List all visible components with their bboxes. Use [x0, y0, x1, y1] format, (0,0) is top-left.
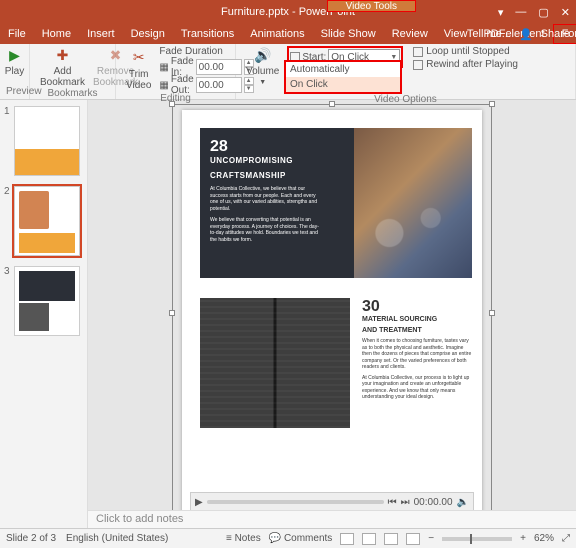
slide-area: 28 UNCOMPROMISING CRAFTSMANSHIP At Colum…	[88, 100, 576, 528]
view-normal[interactable]	[340, 533, 354, 545]
para-30a: When it comes to choosing furniture, tas…	[362, 338, 472, 371]
video-next-icon[interactable]: ⏭	[401, 497, 410, 508]
status-comments-button[interactable]: 💬 Comments	[269, 533, 333, 544]
zoom-value[interactable]: 62%	[534, 533, 554, 544]
volume-icon: 🔊	[254, 46, 272, 64]
chevron-down-icon: ▼	[259, 79, 266, 86]
status-notes-button[interactable]: ≡ Notes	[226, 533, 261, 544]
image-leather	[200, 298, 350, 428]
remove-bookmark-button[interactable]: ✖ Remove Bookmark	[89, 46, 142, 88]
group-preview-label: Preview	[6, 86, 23, 97]
tab-animations[interactable]: Animations	[242, 24, 312, 44]
bookmark-add-icon: ✚	[54, 46, 72, 64]
para-30b: At Columbia Collective, our process is t…	[362, 375, 472, 401]
fade-out-icon: ▦	[159, 80, 168, 91]
close-icon[interactable]: ✕	[561, 6, 570, 19]
tell-me[interactable]: Tell me...	[467, 28, 511, 40]
slide-thumbnails: 1 2 3	[0, 100, 88, 528]
view-sorter[interactable]	[362, 533, 376, 545]
rewind-check[interactable]: Rewind after Playing	[413, 59, 518, 70]
tab-transitions[interactable]: Transitions	[173, 24, 242, 44]
para-28b: We believe that converting that potentia…	[210, 217, 320, 243]
thumbnail-1[interactable]: 1	[6, 106, 81, 176]
signin-icon[interactable]: 👤	[519, 28, 533, 41]
fade-in-input[interactable]: 00.00	[196, 59, 242, 75]
group-bookmarks-label: Bookmarks	[36, 88, 109, 99]
tab-home[interactable]: Home	[34, 24, 79, 44]
tab-insert[interactable]: Insert	[79, 24, 123, 44]
thumbnail-2[interactable]: 2	[6, 186, 81, 256]
zoom-slider[interactable]	[442, 537, 512, 541]
volume-button[interactable]: 🔊 Volume ▼	[242, 46, 283, 86]
zoom-out-icon[interactable]: −	[428, 533, 434, 544]
heading-30a: MATERIAL SOURCING	[362, 316, 472, 323]
heading-30-number: 30	[362, 298, 472, 316]
video-time: 00:00.00	[414, 497, 453, 508]
start-dropdown-list: Automatically On Click	[284, 60, 402, 94]
fade-out-input[interactable]: 00.00	[196, 77, 242, 93]
status-bar: Slide 2 of 3 English (United States) ≡ N…	[0, 528, 576, 548]
tab-slideshow[interactable]: Slide Show	[313, 24, 384, 44]
minimize-icon[interactable]: ―	[515, 6, 526, 19]
play-button[interactable]: ▶ Play	[6, 46, 23, 77]
add-bookmark-button[interactable]: ✚ Add Bookmark	[36, 46, 89, 88]
video-scrubber[interactable]	[207, 500, 384, 504]
loop-check[interactable]: Loop until Stopped	[413, 46, 518, 57]
ribbon-tabs: File Home Insert Design Transitions Anim…	[0, 24, 576, 44]
bookmark-remove-icon: ✖	[107, 46, 125, 64]
tab-review[interactable]: Review	[384, 24, 436, 44]
play-label: Play	[5, 66, 24, 77]
video-mute-icon[interactable]: 🔈	[457, 497, 469, 508]
fit-window-icon[interactable]: ⤢	[562, 533, 570, 544]
video-play-icon[interactable]: ▶	[195, 497, 203, 508]
ribbon: ▶ Play Preview ✚ Add Bookmark ✖ Remove B…	[0, 44, 576, 100]
status-slide: Slide 2 of 3	[6, 533, 56, 544]
thumbnail-3[interactable]: 3	[6, 266, 81, 336]
remove-bookmark-label: Remove Bookmark	[93, 66, 138, 88]
window-controls: ▾ ― ▢ ✕	[498, 6, 570, 19]
play-icon: ▶	[6, 46, 24, 64]
title-bar: Furniture.pptx - PowerPoint Video Tools …	[0, 0, 576, 24]
view-reading[interactable]	[384, 533, 398, 545]
status-lang[interactable]: English (United States)	[66, 533, 168, 544]
slide-page: 28 UNCOMPROMISING CRAFTSMANSHIP At Colum…	[182, 110, 482, 510]
group-editing-label: Editing	[122, 93, 229, 104]
zoom-in-icon[interactable]: +	[520, 533, 526, 544]
ribbon-options-icon[interactable]: ▾	[498, 6, 504, 19]
share-button[interactable]: Share	[541, 28, 570, 40]
video-player-controls: ▶ ⏮ ⏭ 00:00.00 🔈	[190, 492, 474, 510]
section-30: 30 MATERIAL SOURCING AND TREATMENT When …	[362, 298, 472, 405]
tab-design[interactable]: Design	[123, 24, 173, 44]
view-slideshow[interactable]	[406, 533, 420, 545]
start-option-onclick[interactable]: On Click	[286, 77, 400, 92]
fade-in-icon: ▦	[159, 62, 168, 73]
slide-canvas[interactable]: 28 UNCOMPROMISING CRAFTSMANSHIP At Colum…	[88, 100, 576, 510]
editor: 1 2 3 28 UNCOMPROMISING CRAFTSMANSHIP At…	[0, 100, 576, 528]
video-option-checkboxes-right: Loop until Stopped Rewind after Playing	[413, 46, 518, 70]
notes-pane[interactable]: Click to add notes	[88, 510, 576, 528]
heading-30b: AND TREATMENT	[362, 327, 472, 334]
restore-icon[interactable]: ▢	[538, 6, 548, 19]
context-tab-video-tools[interactable]: Video Tools	[327, 0, 416, 12]
volume-label: Volume	[246, 66, 279, 77]
tab-file[interactable]: File	[0, 24, 34, 44]
video-prev-icon[interactable]: ⏮	[388, 497, 397, 508]
start-option-automatically[interactable]: Automatically	[286, 62, 400, 77]
add-bookmark-label: Add Bookmark	[40, 66, 85, 88]
image-craft	[354, 128, 472, 278]
para-28a: At Columbia Collective, we believe that …	[210, 186, 320, 212]
